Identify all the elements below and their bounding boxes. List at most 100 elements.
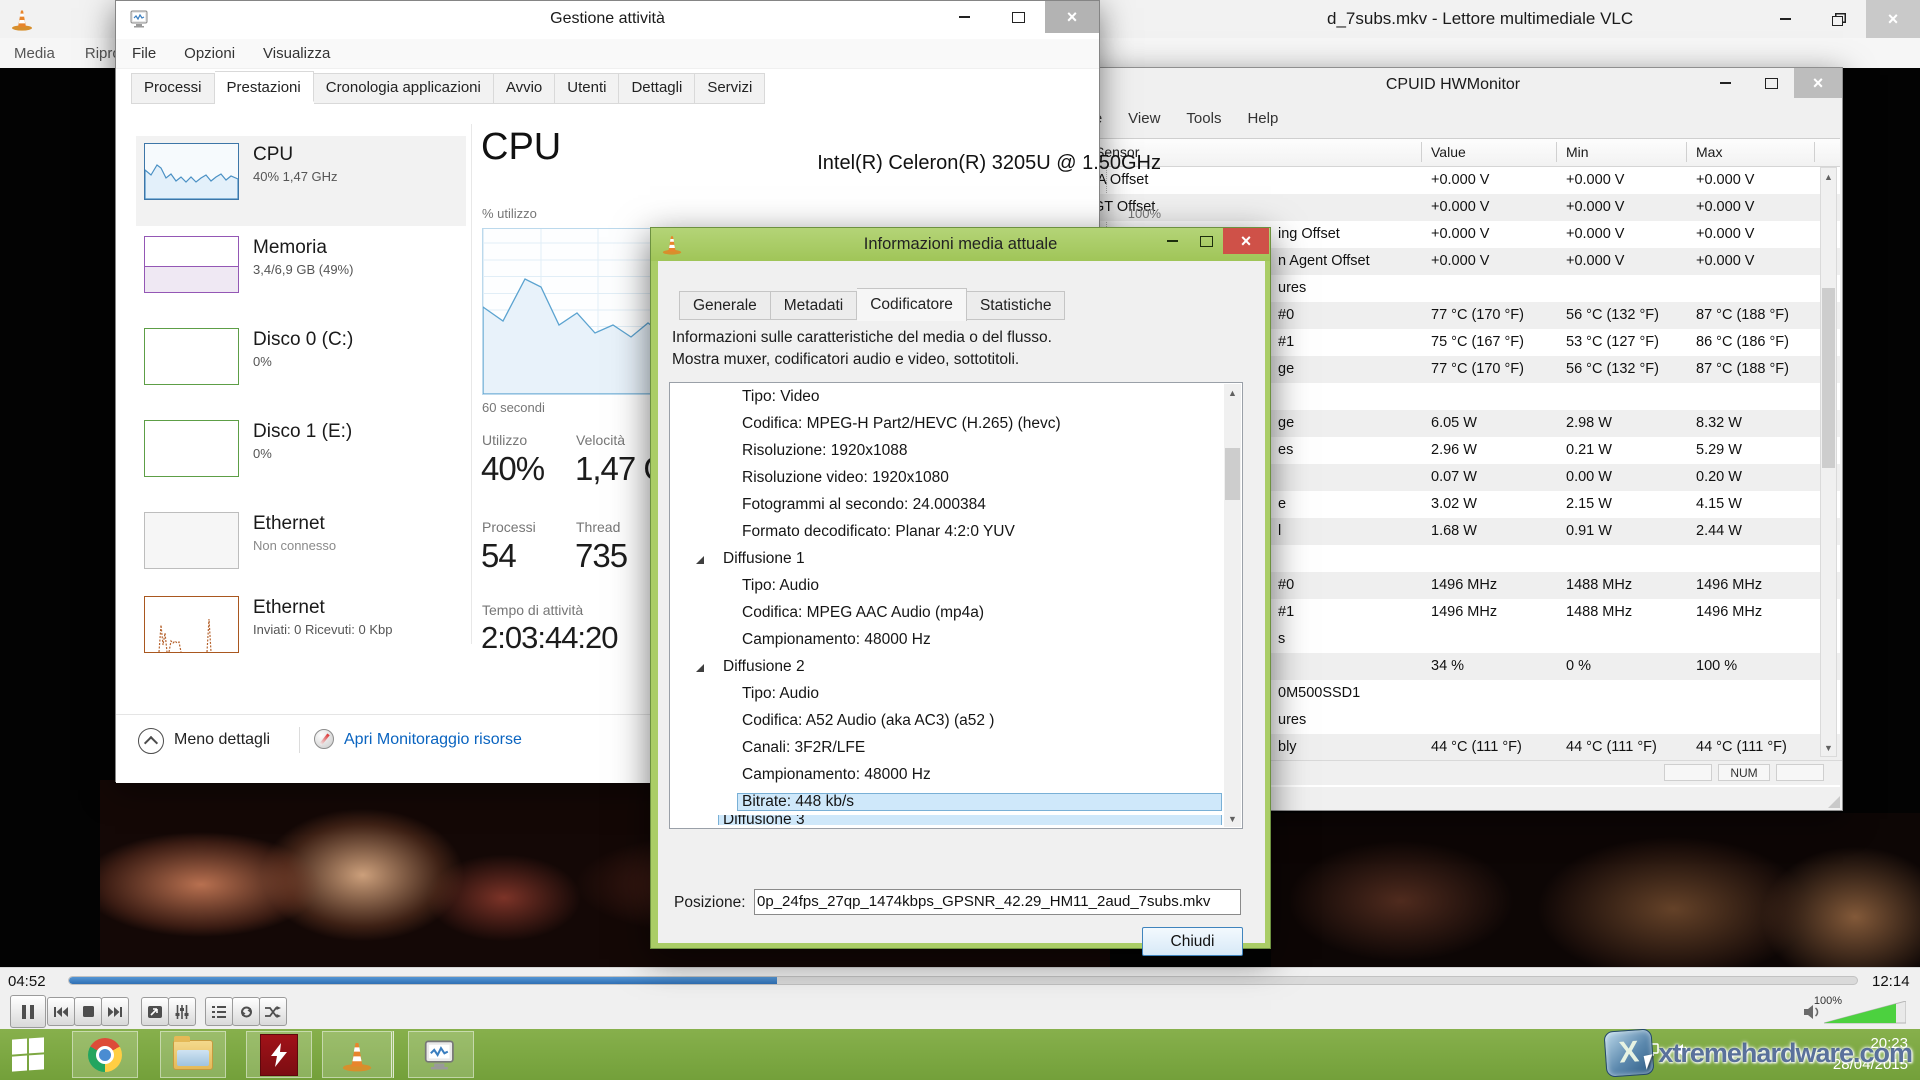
scroll-down-icon[interactable]: ▼ bbox=[1821, 739, 1836, 756]
resource-monitor-icon bbox=[314, 729, 334, 749]
shuffle-button[interactable] bbox=[259, 997, 287, 1026]
codec-line[interactable]: Risoluzione video: 1920x1080 bbox=[670, 464, 1242, 491]
sidebar-item-cpu[interactable]: CPU 40% 1,47 GHz bbox=[136, 136, 466, 226]
position-field[interactable]: 0p_24fps_27qp_1474kbps_GPSNR_42.29_HM11_… bbox=[754, 889, 1241, 915]
fullscreen-button[interactable] bbox=[141, 997, 169, 1026]
hwmonitor-table-header[interactable]: Sensor Value Min Max bbox=[1066, 139, 1840, 167]
playlist-button[interactable] bbox=[205, 997, 233, 1026]
dialog-tab[interactable]: Generale bbox=[679, 291, 771, 320]
codec-line[interactable]: Codifica: MPEG AAC Audio (mp4a) bbox=[670, 599, 1242, 626]
sidebar-eth2-title: Ethernet bbox=[253, 597, 392, 619]
taskman-tab[interactable]: Processi bbox=[131, 73, 215, 104]
scroll-thumb[interactable] bbox=[1225, 448, 1240, 500]
codec-line[interactable]: Formato decodificato: Planar 4:2:0 YUV bbox=[670, 518, 1242, 545]
dialog-close-button[interactable]: × bbox=[1223, 228, 1269, 254]
hwmonitor-menu-item[interactable]: Help bbox=[1247, 110, 1278, 127]
dialog-scrollbar[interactable]: ▲ ▼ bbox=[1224, 384, 1241, 827]
stop-button[interactable] bbox=[74, 997, 102, 1026]
codec-line[interactable]: Campionamento: 48000 Hz bbox=[670, 761, 1242, 788]
taskman-tab[interactable]: Utenti bbox=[555, 73, 619, 104]
taskman-menu-item[interactable]: Opzioni bbox=[184, 45, 235, 62]
codec-line[interactable]: Tipo: Video bbox=[670, 383, 1242, 410]
util-label: Utilizzo bbox=[482, 432, 527, 448]
codec-line[interactable]: Diffusione 3 bbox=[670, 815, 1242, 825]
vlc-window-title: d_7subs.mkv - Lettore multimediale VLC bbox=[1327, 9, 1633, 29]
taskman-minimize-button[interactable] bbox=[937, 1, 991, 33]
sensor-row[interactable]: GT Offset +0.000 V +0.000 V +0.000 V bbox=[1066, 194, 1840, 221]
taskman-tab[interactable]: Cronologia applicazioni bbox=[314, 73, 494, 104]
codec-line[interactable]: Diffusione 2 bbox=[670, 653, 1242, 680]
codec-line[interactable]: Risoluzione: 1920x1088 bbox=[670, 437, 1242, 464]
scroll-up-icon[interactable]: ▲ bbox=[1821, 168, 1836, 185]
next-button[interactable] bbox=[101, 997, 129, 1026]
position-label: Posizione: bbox=[674, 894, 746, 912]
vlc-minimize-button[interactable] bbox=[1758, 0, 1812, 38]
taskbar-vlc-button[interactable] bbox=[322, 1031, 394, 1078]
codec-line[interactable]: Bitrate: 448 kb/s bbox=[670, 788, 1242, 815]
codec-line[interactable]: Canali: 3F2R/LFE bbox=[670, 734, 1242, 761]
sidebar-item-ethernet1[interactable]: Ethernet Non connesso bbox=[136, 505, 466, 595]
scroll-down-icon[interactable]: ▼ bbox=[1225, 810, 1240, 827]
sidebar-item-ethernet2[interactable]: Ethernet Inviati: 0 Ricevuti: 0 Kbp bbox=[136, 589, 466, 679]
dialog-tab[interactable]: Metadati bbox=[771, 291, 857, 320]
pause-button[interactable] bbox=[10, 995, 46, 1028]
column-max[interactable]: Max bbox=[1696, 144, 1722, 160]
hwmonitor-close-button[interactable]: × bbox=[1794, 68, 1842, 98]
codec-tree-list[interactable]: Tipo: VideoCodifica: MPEG-H Part2/HEVC (… bbox=[669, 382, 1243, 829]
dialog-minimize-button[interactable] bbox=[1155, 228, 1189, 254]
less-details-button[interactable]: Meno dettagli bbox=[174, 731, 270, 749]
taskman-close-button[interactable]: × bbox=[1045, 1, 1099, 33]
column-min[interactable]: Min bbox=[1566, 144, 1589, 160]
codec-line[interactable]: Tipo: Audio bbox=[670, 680, 1242, 707]
taskbar-explorer-button[interactable] bbox=[160, 1031, 226, 1078]
vlc-restore-button[interactable] bbox=[1812, 0, 1866, 38]
taskman-tab[interactable]: Dettagli bbox=[619, 73, 695, 104]
dialog-tab[interactable]: Statistiche bbox=[967, 291, 1066, 320]
hwmonitor-minimize-button[interactable] bbox=[1702, 68, 1748, 98]
codec-line[interactable]: Codifica: A52 Audio (aka AC3) (a52 ) bbox=[670, 707, 1242, 734]
dialog-maximize-button[interactable] bbox=[1189, 228, 1223, 254]
taskbar-taskmanager-button[interactable] bbox=[408, 1031, 474, 1078]
vlc-seek-bar[interactable] bbox=[68, 976, 1858, 985]
taskbar-hwmonitor-button[interactable] bbox=[246, 1031, 312, 1078]
processes-value: 54 bbox=[481, 537, 516, 575]
close-button[interactable]: Chiudi bbox=[1142, 927, 1243, 956]
hwmonitor-maximize-button[interactable] bbox=[1748, 68, 1794, 98]
previous-button[interactable] bbox=[47, 997, 75, 1026]
sidebar-eth1-sub: Non connesso bbox=[253, 538, 336, 553]
dialog-tab[interactable]: Codificatore bbox=[857, 288, 967, 321]
vlc-menu-item[interactable]: Media bbox=[14, 45, 55, 62]
codec-line[interactable]: Campionamento: 48000 Hz bbox=[670, 626, 1242, 653]
codec-line[interactable]: Tipo: Audio bbox=[670, 572, 1242, 599]
volume-slider[interactable] bbox=[1824, 1001, 1906, 1024]
taskman-tab[interactable]: Prestazioni bbox=[215, 71, 314, 102]
codec-line[interactable]: Diffusione 1 bbox=[670, 545, 1242, 572]
taskman-tab[interactable]: Servizi bbox=[695, 73, 765, 104]
vlc-close-button[interactable]: × bbox=[1866, 0, 1920, 38]
hwmonitor-scrollbar[interactable]: ▲ ▼ bbox=[1820, 167, 1837, 757]
sidebar-item-disk1[interactable]: Disco 1 (E:) 0% bbox=[136, 413, 466, 503]
sidebar-item-disk0[interactable]: Disco 0 (C:) 0% bbox=[136, 321, 466, 411]
open-resource-monitor-link[interactable]: Apri Monitoraggio risorse bbox=[344, 731, 522, 749]
taskman-maximize-button[interactable] bbox=[991, 1, 1045, 33]
codec-line[interactable]: Fotogrammi al secondo: 24.000384 bbox=[670, 491, 1242, 518]
column-value[interactable]: Value bbox=[1431, 144, 1466, 160]
resize-grip[interactable] bbox=[1828, 796, 1840, 808]
sensor-row[interactable]: IA Offset +0.000 V +0.000 V +0.000 V bbox=[1066, 167, 1840, 194]
taskbar-chrome-button[interactable] bbox=[72, 1031, 138, 1078]
codec-lines: Tipo: VideoCodifica: MPEG-H Part2/HEVC (… bbox=[670, 383, 1242, 825]
collapse-icon[interactable] bbox=[138, 728, 164, 754]
taskman-tab[interactable]: Avvio bbox=[494, 73, 555, 104]
start-button[interactable] bbox=[12, 1036, 58, 1072]
codec-line[interactable]: Codifica: MPEG-H Part2/HEVC (H.265) (hev… bbox=[670, 410, 1242, 437]
hwmonitor-menu-item[interactable]: Tools bbox=[1186, 110, 1221, 127]
sidebar-item-memory[interactable]: Memoria 3,4/6,9 GB (49%) bbox=[136, 229, 466, 319]
scroll-up-icon[interactable]: ▲ bbox=[1225, 384, 1240, 401]
taskman-menu-item[interactable]: Visualizza bbox=[263, 45, 330, 62]
hwmonitor-menu-item[interactable]: View bbox=[1128, 110, 1160, 127]
sidebar-cpu-title: CPU bbox=[253, 144, 338, 166]
equalizer-button[interactable] bbox=[168, 997, 196, 1026]
taskman-menu-item[interactable]: File bbox=[132, 45, 156, 62]
scroll-thumb[interactable] bbox=[1822, 288, 1835, 468]
loop-button[interactable] bbox=[232, 997, 260, 1026]
